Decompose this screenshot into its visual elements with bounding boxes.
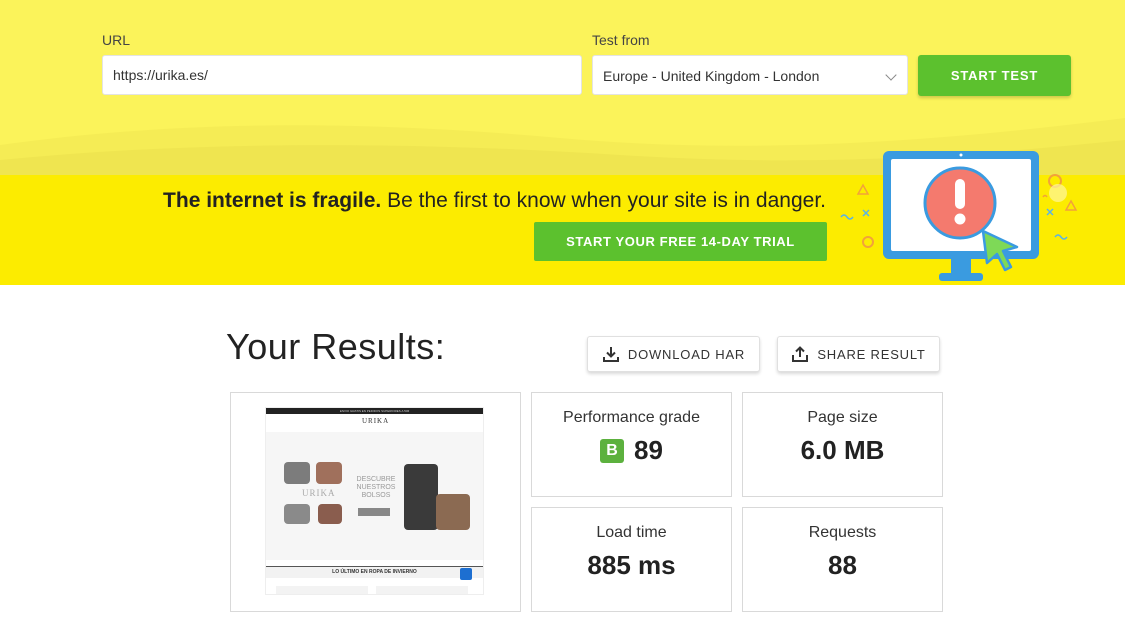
url-label: URL (102, 32, 131, 48)
chat-icon (460, 568, 472, 580)
screenshot-bag (316, 462, 342, 484)
screenshot-footer-block (376, 586, 468, 594)
performance-grade-value: 89 (634, 435, 663, 465)
screenshot-strip: LO ÚLTIMO EN ROPA DE INVIERNO (266, 566, 483, 578)
screenshot-bag (284, 504, 310, 524)
performance-grade-label: Performance grade (563, 409, 700, 426)
page-size-label: Page size (807, 409, 878, 426)
requests-value: 88 (828, 550, 857, 580)
banner-headline: The internet is fragile. Be the first to… (163, 189, 826, 213)
screenshot-topbar: ENVIO GRATIS EN PEDIDOS SUPERIORES A 50€ (266, 408, 483, 414)
share-result-button[interactable]: SHARE RESULT (777, 336, 940, 372)
banner-headline-bold: The internet is fragile. (163, 189, 382, 212)
grade-badge: B (600, 438, 625, 463)
requests-card: Requests 88 (742, 507, 943, 612)
download-har-button[interactable]: DOWNLOAD HAR (587, 336, 760, 372)
screenshot-bag (318, 504, 342, 524)
download-icon (602, 347, 619, 362)
requests-label: Requests (808, 524, 877, 541)
screenshot-bag (284, 462, 310, 484)
results-title: Your Results: (226, 326, 446, 367)
screenshot-hero-brand: URIKA (302, 488, 336, 498)
screenshot-hero-button (358, 508, 390, 516)
page-size-value: 6.0 MB (800, 435, 885, 465)
test-location-select[interactable]: Europe - United Kingdom - London (592, 55, 908, 95)
performance-grade-card: Performance grade B 89 (531, 392, 732, 497)
load-time-label: Load time (596, 524, 667, 541)
monitor-alert-icon (840, 151, 1078, 281)
test-from-label: Test from (592, 32, 650, 48)
screenshot-brand: URIKA (362, 417, 390, 425)
share-result-label: SHARE RESULT (817, 346, 926, 362)
page-screenshot[interactable]: ENVIO GRATIS EN PEDIDOS SUPERIORES A 50€… (266, 408, 483, 594)
screenshot-hero-title: DESCUBRE NUESTROS BOLSOS (356, 476, 396, 499)
screenshot-model (404, 464, 438, 530)
page-size-card: Page size 6.0 MB (742, 392, 943, 497)
screenshot-footer-block (276, 586, 368, 594)
share-icon (792, 346, 809, 362)
chevron-down-icon (885, 69, 897, 81)
banner-headline-rest: Be the first to know when your site is i… (381, 189, 826, 212)
load-time-value: 885 ms (587, 550, 676, 580)
performance-grade-row: B 89 (532, 435, 731, 466)
free-trial-button[interactable]: START YOUR FREE 14-DAY TRIAL (534, 222, 827, 261)
download-har-label: DOWNLOAD HAR (627, 346, 746, 362)
test-location-value: Europe - United Kingdom - London (603, 68, 820, 84)
load-time-card: Load time 885 ms (531, 507, 732, 612)
url-input[interactable] (102, 55, 582, 95)
start-test-button[interactable]: START TEST (918, 55, 1071, 96)
screenshot-bag (436, 494, 470, 530)
